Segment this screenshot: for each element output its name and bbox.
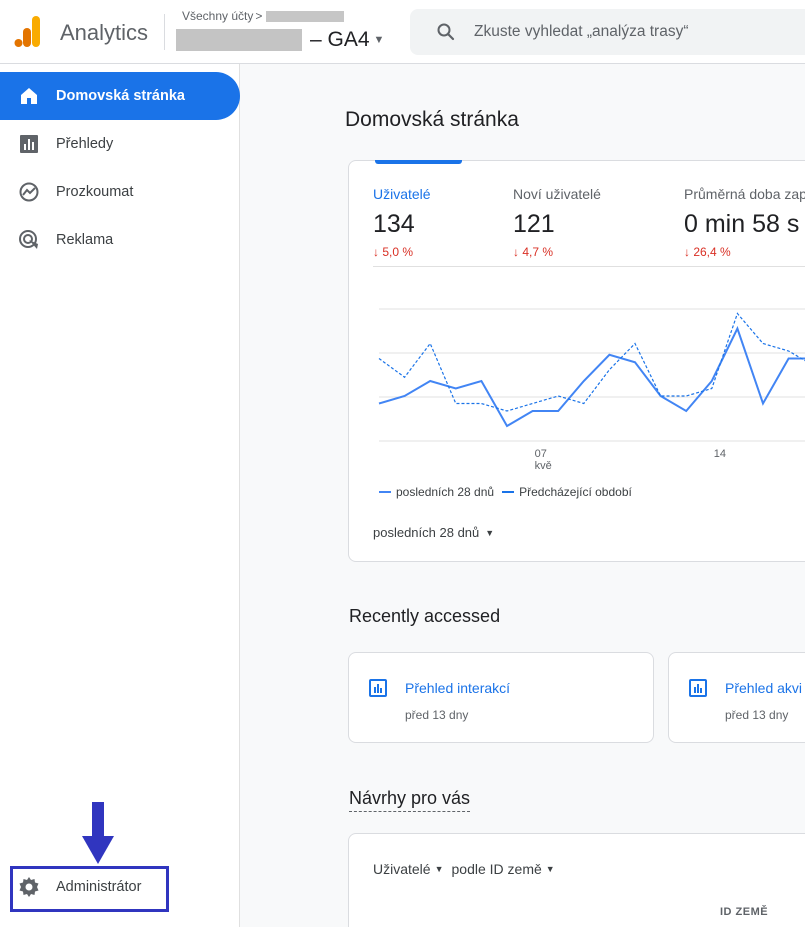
metric-select[interactable]: Uživatelé ▼ — [373, 861, 444, 877]
property-name[interactable]: – GA4 — [310, 28, 370, 52]
caret-down-icon: ▼ — [485, 527, 495, 538]
redacted-property-name — [176, 29, 302, 51]
nav-label-reports: Přehledy — [56, 136, 114, 152]
metric-tab-users[interactable]: Uživatelé 134 ↓ 5,0 % — [373, 186, 431, 259]
home-icon — [21, 88, 37, 104]
suggestion-filters: Uživatelé ▼ podle ID země ▼ — [373, 861, 563, 877]
suggestions-title[interactable]: Návrhy pro vás — [349, 788, 471, 812]
metric-change: ↓ 5,0 % — [373, 245, 414, 259]
recent-card-title[interactable]: Přehled interakcí — [405, 680, 510, 696]
property-selector[interactable]: – GA4 ▼ — [176, 28, 384, 52]
suggestion-card: Uživatelé ▼ podle ID země ▼ ID ZEMĚ — [348, 833, 805, 927]
x-tick-label: kvě — [535, 460, 552, 472]
advertising-icon — [19, 230, 38, 249]
metric-change: ↓ 4,7 % — [513, 245, 554, 259]
recent-card[interactable]: Přehled interakcí před 13 dny — [348, 652, 654, 743]
chevron-right-icon: > — [255, 9, 263, 23]
analytics-logo-icon[interactable] — [14, 16, 42, 48]
metric-tab-avg-engagement[interactable]: Průměrná doba zap 0 min 58 s ↓ 26,4 % — [684, 186, 805, 259]
recently-accessed-title: Recently accessed — [349, 606, 501, 626]
redacted-account-name — [266, 10, 345, 22]
nav-label-explore: Prozkoumat — [56, 184, 134, 200]
date-range-select[interactable]: posledních 28 dnů ▼ — [373, 525, 494, 540]
header-divider — [164, 14, 165, 50]
metric-tab-new-users[interactable]: Noví uživatelé 121 ↓ 4,7 % — [513, 186, 601, 259]
metric-select-label: Uživatelé — [373, 861, 431, 877]
legend-label-previous: Předcházející období — [519, 485, 632, 499]
series-line-current — [378, 325, 805, 428]
caret-down-icon: ▼ — [545, 864, 555, 874]
nav-item-advertising[interactable]: Reklama — [0, 216, 240, 264]
x-tick-label: 07 — [535, 448, 547, 460]
dimension-select[interactable]: podle ID země ▼ — [452, 861, 555, 877]
x-tick-label: 14 — [714, 448, 726, 460]
legend-swatch-previous — [502, 491, 515, 493]
report-icon — [369, 679, 387, 697]
legend-swatch-current — [379, 491, 391, 493]
series-line-previous — [378, 312, 805, 412]
top-app-bar: Analytics Všechny účty > – GA4 ▼ — [0, 0, 805, 64]
breadcrumb[interactable]: Všechny účty > — [182, 9, 345, 23]
overview-card: Uživatelé 134 ↓ 5,0 % Noví uživatelé 121… — [348, 160, 805, 562]
metric-label: Uživatelé — [373, 186, 431, 202]
metric-value: 121 — [513, 210, 555, 238]
recent-card-subtitle: před 13 dny — [405, 708, 469, 722]
nav-label-advertising: Reklama — [56, 232, 114, 248]
metric-change: ↓ 26,4 % — [684, 245, 731, 259]
nav-item-home[interactable]: Domovská stránka — [0, 72, 240, 120]
recent-card[interactable]: Přehled akvi před 13 dny — [668, 652, 805, 743]
caret-down-icon: ▼ — [434, 864, 444, 874]
nav-label-home: Domovská stránka — [56, 88, 185, 104]
chart-legend: posledních 28 dnů Předcházející období — [379, 485, 632, 499]
breadcrumb-accounts-link[interactable]: Všechny účty — [182, 9, 253, 23]
dimension-select-label: podle ID země — [451, 861, 542, 877]
nav-item-reports[interactable]: Přehledy — [0, 120, 240, 168]
metric-value: 0 min 58 s — [684, 210, 800, 238]
app-name: Analytics — [60, 20, 149, 45]
admin-highlight-box — [10, 866, 169, 912]
left-nav: Domovská stránka Přehledy Prozkoumat Rek… — [0, 64, 240, 927]
nav-item-explore[interactable]: Prozkoumat — [0, 168, 240, 216]
bar-chart-icon — [20, 135, 38, 153]
recent-card-title[interactable]: Přehled akvi — [725, 680, 802, 696]
search-input[interactable] — [474, 9, 805, 55]
recent-card-subtitle: před 13 dny — [725, 708, 789, 722]
column-header: ID ZEMĚ — [720, 906, 769, 918]
explore-icon — [19, 182, 39, 202]
report-icon — [689, 679, 707, 697]
selected-metric-indicator — [375, 160, 462, 164]
metric-value: 134 — [373, 210, 415, 238]
caret-down-icon[interactable]: ▼ — [374, 34, 385, 46]
users-line-chart: 07kvě 14 — [378, 308, 805, 472]
metric-label: Noví uživatelé — [513, 186, 601, 202]
legend-label-current: posledních 28 dnů — [396, 485, 495, 499]
annotation-arrow-icon — [82, 802, 114, 864]
page-title: Domovská stránka — [345, 108, 519, 131]
date-range-label: posledních 28 dnů — [373, 525, 480, 540]
metric-label: Průměrná doba zap — [684, 186, 805, 202]
metric-divider — [373, 266, 805, 267]
search-icon[interactable] — [436, 22, 456, 42]
search-bar[interactable] — [410, 9, 805, 55]
